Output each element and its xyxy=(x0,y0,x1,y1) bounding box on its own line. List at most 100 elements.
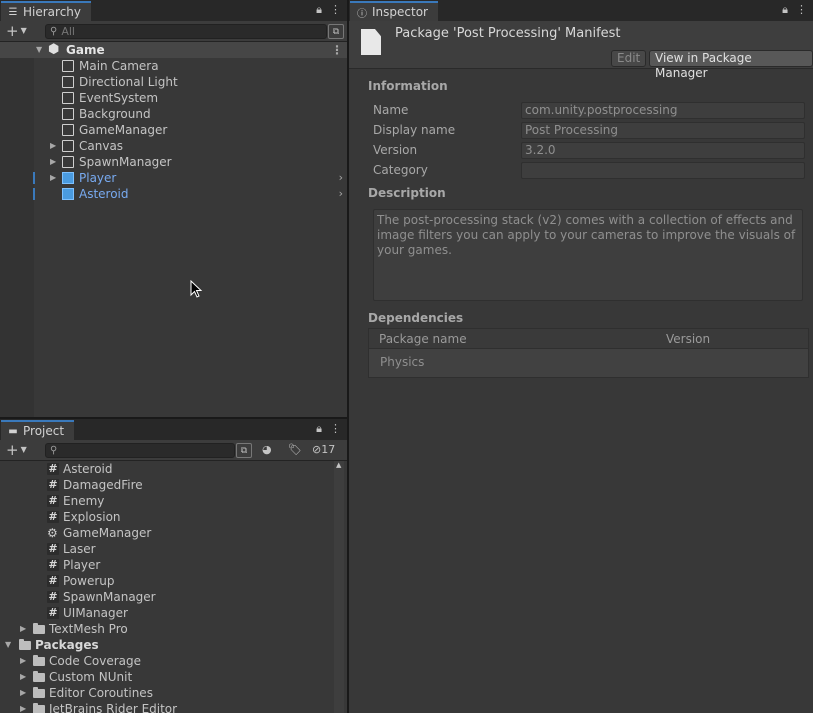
expand-arrow-icon[interactable]: ▶ xyxy=(20,653,26,669)
hierarchy-item[interactable]: ▶ Player › xyxy=(0,170,347,186)
expand-arrow-icon[interactable]: ▼ xyxy=(36,42,42,58)
csharp-script-icon: # xyxy=(47,574,59,587)
package-folder-item[interactable]: ▶ Custom NUnit xyxy=(0,669,347,685)
version-label: Version xyxy=(373,143,418,157)
filter-by-label-icon[interactable]: 🏷︎ xyxy=(288,443,302,456)
hierarchy-search-field[interactable]: ⚲ xyxy=(45,24,327,39)
project-script-item[interactable]: # Explosion xyxy=(0,509,347,525)
hierarchy-item[interactable]: EventSystem xyxy=(0,90,347,106)
hierarchy-item-label: Background xyxy=(79,107,151,121)
expand-arrow-icon[interactable]: ▶ xyxy=(20,701,26,713)
inspector-panel: ⓘ Inspector 🔒︎ ⋮ Package 'Post Processin… xyxy=(349,0,813,713)
scene-row[interactable]: ▼ ⬢ Game ⋮ xyxy=(0,42,347,58)
tab-inspector[interactable]: ⓘ Inspector xyxy=(350,1,438,21)
search-filter-icon: ⧉ xyxy=(240,445,248,456)
tab-project[interactable]: ▬ Project xyxy=(1,420,75,440)
project-script-item[interactable]: # SpawnManager xyxy=(0,589,347,605)
edit-button[interactable]: Edit xyxy=(611,50,647,67)
display-name-label: Display name xyxy=(373,123,456,137)
lock-icon[interactable]: 🔒︎ xyxy=(316,3,322,17)
project-tabbar: ▬ Project 🔒︎ ⋮ xyxy=(0,419,347,440)
hierarchy-item[interactable]: ▶ Canvas xyxy=(0,138,347,154)
expand-arrow-icon[interactable]: ▶ xyxy=(20,621,26,637)
hierarchy-item[interactable]: Directional Light xyxy=(0,74,347,90)
expand-arrow-icon[interactable]: ▶ xyxy=(20,685,26,701)
script-label: Asteroid xyxy=(63,462,113,476)
project-script-item[interactable]: ⚙ GameManager xyxy=(0,525,347,541)
expand-arrow-icon[interactable]: ▶ xyxy=(50,154,56,170)
prefab-open-chevron-icon[interactable]: › xyxy=(339,170,343,186)
project-search-input[interactable] xyxy=(57,444,234,457)
hierarchy-item-label: EventSystem xyxy=(79,91,159,105)
csharp-script-icon: # xyxy=(47,510,59,523)
hierarchy-tabbar: ☰ Hierarchy 🔒︎ ⋮ xyxy=(0,0,347,21)
package-folder-item[interactable]: ▶ Code Coverage xyxy=(0,653,347,669)
information-header: Information xyxy=(368,79,448,93)
project-scrollbar[interactable]: ▲ xyxy=(334,461,344,713)
script-label: SpawnManager xyxy=(63,590,156,604)
filter-by-type-icon[interactable]: ◕ xyxy=(262,443,272,456)
project-script-item[interactable]: # UIManager xyxy=(0,605,347,621)
hidden-packages-toggle[interactable]: ⊘17 xyxy=(312,443,335,456)
category-field[interactable] xyxy=(521,162,805,179)
version-field[interactable]: 3.2.0 xyxy=(521,142,805,159)
search-filter-icon: ⧉ xyxy=(332,26,340,37)
folder-icon xyxy=(33,623,45,634)
name-label: Name xyxy=(373,103,409,117)
table-row[interactable]: Physics xyxy=(380,355,424,369)
lock-icon[interactable]: 🔒︎ xyxy=(316,422,322,436)
expand-arrow-icon[interactable]: ▶ xyxy=(20,669,26,685)
hierarchy-item[interactable]: Asteroid › xyxy=(0,186,347,202)
project-script-item[interactable]: # Enemy xyxy=(0,493,347,509)
hierarchy-item[interactable]: Main Camera xyxy=(0,58,347,74)
kebab-menu-icon[interactable]: ⋮ xyxy=(330,422,341,436)
folder-label: TextMesh Pro xyxy=(49,622,128,636)
project-script-item[interactable]: # Laser xyxy=(0,541,347,557)
display-name-field[interactable]: Post Processing xyxy=(521,122,805,139)
script-label: Enemy xyxy=(63,494,105,508)
name-field[interactable]: com.unity.postprocessing xyxy=(521,102,805,119)
prefab-open-chevron-icon[interactable]: › xyxy=(339,186,343,202)
create-asset-button[interactable]: + ▼ xyxy=(6,442,27,458)
package-folder-item[interactable]: ▶ JetBrains Rider Editor xyxy=(0,701,347,713)
project-script-item[interactable]: # DamagedFire xyxy=(0,477,347,493)
project-script-item[interactable]: # Player xyxy=(0,557,347,573)
hierarchy-item[interactable]: ▶ SpawnManager xyxy=(0,154,347,170)
project-search-field[interactable]: ⚲ xyxy=(45,443,235,458)
script-label: GameManager xyxy=(63,526,152,540)
dropdown-arrow-icon: ▼ xyxy=(20,26,27,35)
project-folder-item[interactable]: ▶ TextMesh Pro xyxy=(0,621,347,637)
scene-visibility-button[interactable]: ⧉ xyxy=(328,24,344,39)
gameobject-cube-icon xyxy=(62,140,74,152)
package-label: Editor Coroutines xyxy=(49,686,153,700)
hierarchy-item[interactable]: GameManager xyxy=(0,122,347,138)
scroll-up-arrow-icon[interactable]: ▲ xyxy=(336,461,341,469)
expand-arrow-icon[interactable]: ▶ xyxy=(50,170,56,186)
search-icon: ⚲ xyxy=(50,26,58,37)
col-version: Version xyxy=(666,332,711,346)
package-folder-item[interactable]: ▶ Editor Coroutines xyxy=(0,685,347,701)
scene-menu-icon[interactable]: ⋮ xyxy=(331,42,343,58)
expand-arrow-icon[interactable]: ▶ xyxy=(50,138,56,154)
lock-icon[interactable]: 🔒︎ xyxy=(782,3,788,17)
hierarchy-search-input[interactable] xyxy=(57,25,326,38)
expand-arrow-icon[interactable]: ▼ xyxy=(5,637,11,653)
create-button[interactable]: + ▼ xyxy=(6,23,27,39)
project-panel: ▬ Project 🔒︎ ⋮ + ▼ ⚲ ⧉ ◕ 🏷︎ ⊘17 # Asteroid… xyxy=(0,419,347,713)
inspector-tab-label: Inspector xyxy=(372,5,428,19)
kebab-menu-icon[interactable]: ⋮ xyxy=(796,3,807,17)
hierarchy-item[interactable]: Background xyxy=(0,106,347,122)
description-textarea[interactable]: The post-processing stack (v2) comes wit… xyxy=(373,209,803,301)
kebab-menu-icon[interactable]: ⋮ xyxy=(330,3,341,17)
packages-root[interactable]: ▼ Packages xyxy=(0,637,347,653)
project-script-item[interactable]: # Asteroid xyxy=(0,461,347,477)
info-icon: ⓘ xyxy=(357,8,367,20)
dependencies-header: Dependencies xyxy=(368,311,464,325)
view-in-package-manager-button[interactable]: View in Package Manager xyxy=(649,50,813,80)
tab-hierarchy[interactable]: ☰ Hierarchy xyxy=(1,1,92,21)
inspector-tabbar: ⓘ Inspector 🔒︎ ⋮ xyxy=(349,0,813,21)
project-script-item[interactable]: # Powerup xyxy=(0,573,347,589)
search-by-type-button[interactable]: ⧉ xyxy=(236,443,252,458)
hierarchy-panel: ☰ Hierarchy 🔒︎ ⋮ +▼ ⚲ ⧉ ▼ ⬢ Game ⋮ Main … xyxy=(0,0,347,417)
list-icon: ☰ xyxy=(8,6,18,18)
